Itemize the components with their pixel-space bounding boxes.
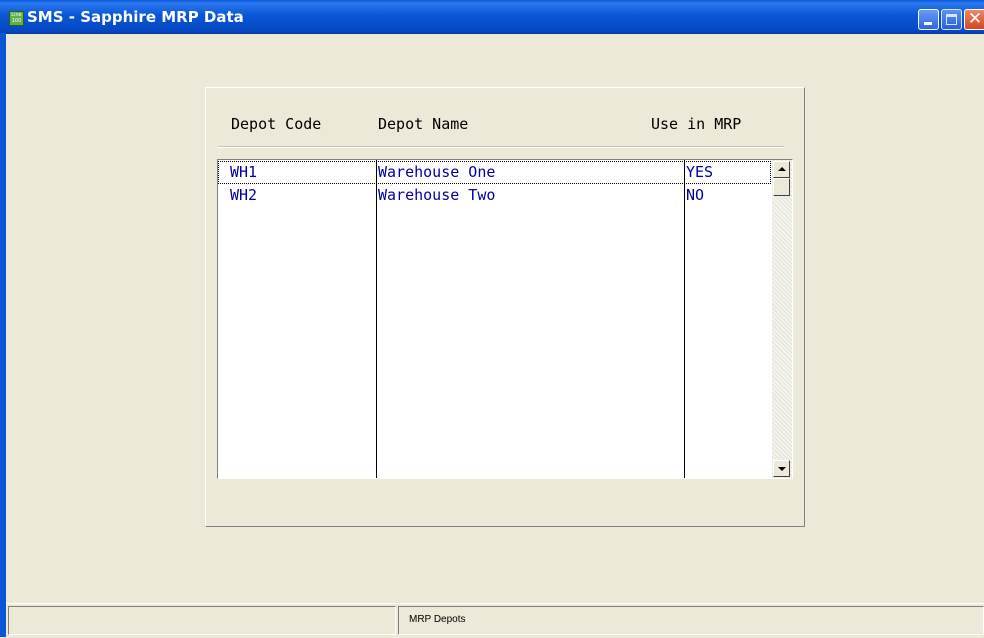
arrow-up-icon [778, 167, 786, 171]
status-bar: MRP Depots [6, 603, 984, 638]
depot-row[interactable]: WH2 Warehouse Two NO [218, 184, 771, 207]
header-depot-name: Depot Name [378, 115, 469, 133]
header-use-in-mrp: Use in MRP [651, 115, 742, 133]
scroll-up-button[interactable] [773, 161, 790, 178]
app-window: Line 100 SMS - Sapphire MRP Data ✕ Depot… [0, 0, 984, 638]
arrow-down-icon [778, 467, 786, 471]
maximize-button[interactable] [941, 9, 962, 30]
depot-row[interactable]: WH1 Warehouse One YES [218, 161, 771, 184]
title-bar[interactable]: Line 100 SMS - Sapphire MRP Data ✕ [0, 0, 984, 34]
cell-depot-name[interactable]: Warehouse One [378, 163, 495, 181]
minimize-icon [924, 22, 932, 25]
column-divider [376, 160, 377, 478]
header-divider [218, 146, 784, 148]
scroll-thumb[interactable] [773, 178, 790, 196]
line-100-app-icon[interactable]: Line 100 [9, 11, 24, 26]
close-button[interactable]: ✕ [964, 9, 984, 30]
cell-depot-name[interactable]: Warehouse Two [378, 186, 495, 204]
cell-use-in-mrp[interactable]: NO [686, 186, 704, 204]
close-icon: ✕ [967, 9, 983, 29]
status-pane-left [8, 606, 396, 635]
window-frame-left [0, 33, 6, 637]
status-pane-right: MRP Depots [398, 606, 984, 635]
vertical-scrollbar[interactable] [772, 160, 792, 478]
maximize-icon [946, 14, 957, 25]
cell-depot-code[interactable]: WH2 [230, 186, 257, 204]
scroll-down-button[interactable] [773, 460, 790, 477]
depot-grid[interactable]: WH1 Warehouse One YES WH2 Warehouse Two … [217, 159, 793, 479]
column-divider [684, 160, 685, 478]
cell-depot-code[interactable]: WH1 [230, 163, 257, 181]
minimize-button[interactable] [918, 9, 939, 30]
status-text-right: MRP Depots [409, 614, 466, 625]
cell-use-in-mrp[interactable]: YES [686, 163, 713, 181]
header-depot-code: Depot Code [231, 115, 322, 133]
window-title: SMS - Sapphire MRP Data [27, 8, 244, 26]
app-icon-text-bottom: 100 [11, 18, 22, 24]
